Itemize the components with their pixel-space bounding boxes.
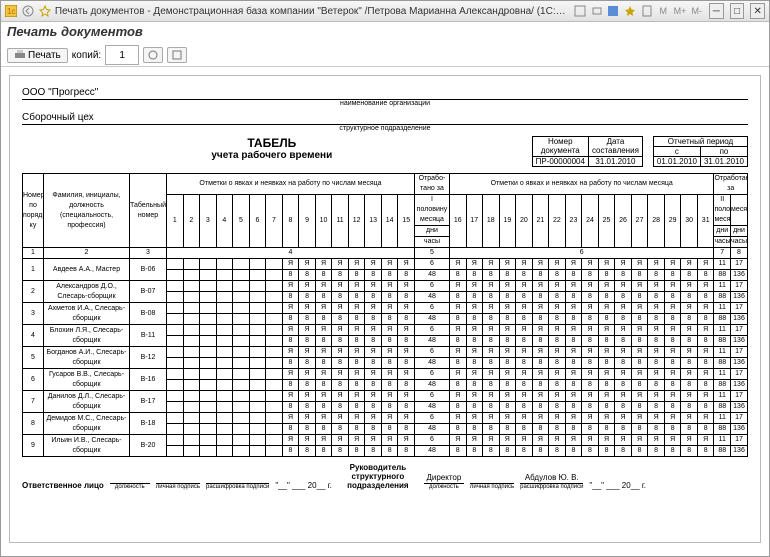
doc-title-2: учета рабочего времени <box>22 150 522 161</box>
m-icon[interactable]: M <box>657 4 670 18</box>
print-button[interactable]: Печать <box>7 48 68 63</box>
table-row: 5Богданов А.И., Слесарь-сборщикВ-12ЯЯЯЯЯ… <box>23 347 748 358</box>
head-label: Руководитель структурного подразделения <box>338 463 418 490</box>
copies-label: копий: <box>72 50 101 61</box>
table-row: 6Гусаров В.В., Слесарь-сборщикВ-16ЯЯЯЯЯЯ… <box>23 369 748 380</box>
table-row: 3Ахметов И.А., Слесарь-сборщикВ-08ЯЯЯЯЯЯ… <box>23 303 748 314</box>
star-icon[interactable] <box>38 4 51 18</box>
save-doc-icon <box>171 49 183 61</box>
maximize-button[interactable]: □ <box>730 3 745 19</box>
preview-icon <box>147 49 159 61</box>
sheet: ООО "Прогресс" наименование организации … <box>9 75 761 543</box>
window-title: Печать документов - Демонстрационная баз… <box>55 6 566 17</box>
organization-sub: наименование организации <box>22 100 748 107</box>
department: Сборочный цех <box>22 111 748 125</box>
organization: ООО "Прогресс" <box>22 86 748 100</box>
signature-row: Ответственное лицо должность личная подп… <box>22 463 748 490</box>
mplus-icon[interactable]: M+ <box>674 4 687 18</box>
period-table: Отчетный период спо 01.01.201031.01.2010 <box>653 136 748 167</box>
table-row: 1Авдеев А.А., МастерВ-06ЯЯЯЯЯЯЯЯ6ЯЯЯЯЯЯЯ… <box>23 259 748 270</box>
preview-button[interactable] <box>143 47 163 63</box>
table-row: 4Блохин Л.Я., Слесарь-сборщикВ-11ЯЯЯЯЯЯЯ… <box>23 325 748 336</box>
table-row: 7Данилов Д.Л., Слесарь-сборщикВ-17ЯЯЯЯЯЯ… <box>23 391 748 402</box>
printer-icon <box>14 50 26 60</box>
table-row: 8Демидов М.С., Слесарь-сборщикВ-18ЯЯЯЯЯЯ… <box>23 413 748 424</box>
copies-input[interactable] <box>105 45 139 65</box>
responsible-label: Ответственное лицо <box>22 481 104 490</box>
svg-text:1c: 1c <box>7 7 15 16</box>
department-sub: структурное подразделение <box>22 125 748 132</box>
timesheet-table: Номер по поряд-куФамилия, инициалы, долж… <box>22 173 748 457</box>
fav-icon[interactable] <box>624 4 637 18</box>
save-icon[interactable] <box>607 4 620 18</box>
doc-number-table: Номердокумента Датасоставления ПР-000000… <box>532 136 643 167</box>
page-title: Печать документов <box>1 22 769 44</box>
print-label: Печать <box>28 50 61 61</box>
tool-icon-2[interactable] <box>590 4 603 18</box>
back-icon[interactable] <box>22 4 35 18</box>
document-area: ООО "Прогресс" наименование организации … <box>1 67 769 557</box>
close-button[interactable]: ✕ <box>750 3 765 19</box>
doc-title-1: ТАБЕЛЬ <box>22 136 522 150</box>
app-icon: 1c <box>5 4 18 18</box>
calc-icon[interactable] <box>640 4 653 18</box>
titlebar: 1c Печать документов - Демонстрационная … <box>1 1 769 22</box>
table-row: 9Ильин И.В., Слесарь-сборщикВ-20ЯЯЯЯЯЯЯЯ… <box>23 435 748 446</box>
tool-icon-1[interactable] <box>574 4 587 18</box>
table-row: 2Александров Д.О., Слесарь-сборщикВ-07ЯЯ… <box>23 281 748 292</box>
mminus-icon[interactable]: M- <box>690 4 703 18</box>
date-template-2: "__" ___ 20__ г. <box>589 481 646 490</box>
toolbar: Печать копий: <box>1 44 769 67</box>
minimize-button[interactable]: ─ <box>709 3 724 19</box>
save-doc-button[interactable] <box>167 47 187 63</box>
date-template-1: "__" ___ 20__ г. <box>275 481 332 490</box>
app-window: 1c Печать документов - Демонстрационная … <box>0 0 770 557</box>
